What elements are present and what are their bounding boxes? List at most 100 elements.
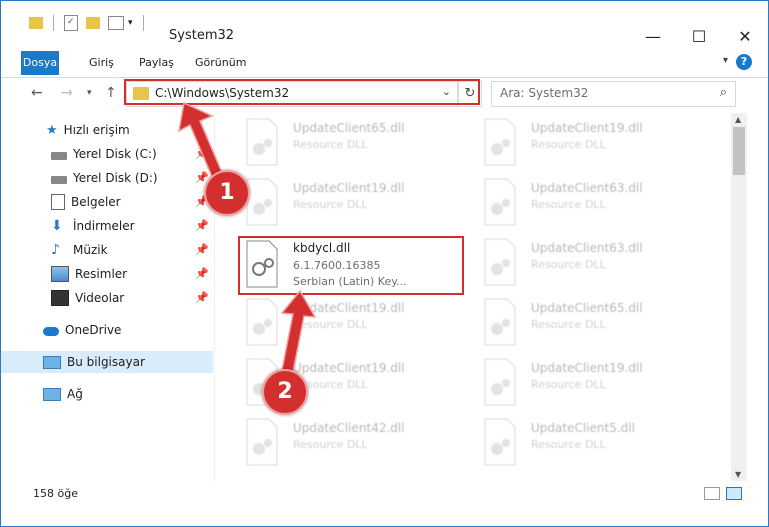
nav-label: Yerel Disk (C:) xyxy=(73,147,157,161)
close-button[interactable]: ✕ xyxy=(722,21,768,51)
dll-file-icon xyxy=(479,357,523,409)
dll-file-icon xyxy=(479,297,523,349)
nav-videos[interactable]: Videolar 📌 xyxy=(1,287,213,309)
drive-icon xyxy=(51,175,67,184)
nav-label: Hızlı erişim xyxy=(63,123,130,137)
nav-label: Videolar xyxy=(75,291,125,305)
search-input[interactable]: Ara: System32 ⌕ xyxy=(491,81,736,107)
dll-file-icon xyxy=(241,297,285,349)
file-item[interactable]: UpdateClient63.dll Resource DLL xyxy=(479,177,699,233)
file-name: UpdateClient19.dll xyxy=(293,181,405,195)
recent-locations-icon[interactable]: ▾ xyxy=(87,88,92,98)
address-highlight-box xyxy=(124,79,480,105)
view-toggle xyxy=(704,487,742,500)
customize-icon[interactable] xyxy=(108,16,124,30)
nav-network[interactable]: Ağ xyxy=(1,383,213,405)
nav-onedrive[interactable]: OneDrive xyxy=(1,319,213,341)
nav-label: İndirmeler xyxy=(73,219,135,233)
file-type: Resource DLL xyxy=(531,438,606,451)
navigation-pane: ★ Hızlı erişim Yerel Disk (C:) 📌 Yerel D… xyxy=(1,113,214,481)
file-list: UpdateClient65.dll Resource DLL UpdateCl… xyxy=(215,113,731,481)
window-title: System32 xyxy=(169,28,235,43)
minimize-button[interactable]: — xyxy=(630,21,676,51)
back-arrow-icon[interactable]: ← xyxy=(31,85,43,101)
file-name: UpdateClient19.dll xyxy=(531,121,643,135)
file-name: UpdateClient63.dll xyxy=(531,181,643,195)
pin-icon[interactable]: 📌 xyxy=(195,219,209,232)
nav-music[interactable]: ♪ Müzik 📌 xyxy=(1,239,213,261)
tab-share[interactable]: Paylaş xyxy=(129,52,184,74)
ribbon-expand-icon[interactable]: ▾ xyxy=(723,55,728,66)
file-name: UpdateClient65.dll xyxy=(531,301,643,315)
file-type: Resource DLL xyxy=(293,318,368,331)
pictures-icon xyxy=(51,266,69,282)
file-name: UpdateClient63.dll xyxy=(531,241,643,255)
step-1-marker: 1 xyxy=(204,170,250,216)
videos-icon xyxy=(51,290,69,306)
nav-label: Bu bilgisayar xyxy=(67,355,145,369)
scrollbar-thumb[interactable] xyxy=(733,127,745,175)
file-item[interactable]: UpdateClient63.dll Resource DLL xyxy=(479,237,699,293)
nav-label: Resimler xyxy=(75,267,128,281)
scroll-up-icon[interactable]: ▲ xyxy=(735,115,741,124)
file-item[interactable]: UpdateClient19.dll Resource DLL xyxy=(241,297,461,353)
file-item[interactable]: UpdateClient19.dll Resource DLL xyxy=(241,177,461,233)
nav-label: Müzik xyxy=(73,243,108,257)
file-item[interactable]: UpdateClient19.dll Resource DLL xyxy=(479,357,699,413)
nav-this-pc[interactable]: Bu bilgisayar xyxy=(1,351,213,373)
tab-view[interactable]: Görünüm xyxy=(185,52,256,74)
title-bar: ✓ ▾ System32 — ☐ ✕ xyxy=(1,1,768,49)
search-placeholder: Ara: System32 xyxy=(500,86,589,100)
file-type: Resource DLL xyxy=(293,138,368,151)
up-arrow-icon[interactable]: ↑ xyxy=(105,85,117,101)
dll-file-icon xyxy=(479,177,523,229)
step-2-marker: 2 xyxy=(262,369,308,415)
nav-label: OneDrive xyxy=(65,323,122,337)
tab-home[interactable]: Giriş xyxy=(79,52,124,74)
ribbon-tabs: Dosya Giriş Paylaş Görünüm ▾ ? xyxy=(1,49,768,78)
maximize-button[interactable]: ☐ xyxy=(676,21,722,51)
help-button[interactable]: ? xyxy=(736,54,752,70)
nav-downloads[interactable]: ⬇ İndirmeler 📌 xyxy=(1,215,213,237)
nav-quick-access[interactable]: ★ Hızlı erişim xyxy=(1,119,213,141)
file-item[interactable]: UpdateClient65.dll Resource DLL xyxy=(479,297,699,353)
tiles-view-button[interactable] xyxy=(726,487,742,500)
toolbar-separator xyxy=(53,15,54,31)
pin-icon[interactable]: 📌 xyxy=(195,291,209,304)
pin-icon[interactable]: 📌 xyxy=(195,243,209,256)
forward-arrow-icon[interactable]: → xyxy=(61,85,73,101)
music-icon: ♪ xyxy=(51,242,60,258)
file-item[interactable]: UpdateClient65.dll Resource DLL xyxy=(241,117,461,173)
new-folder-icon[interactable] xyxy=(86,17,100,29)
file-item[interactable]: UpdateClient19.dll Resource DLL xyxy=(479,117,699,173)
nav-drive-c[interactable]: Yerel Disk (C:) 📌 xyxy=(1,143,213,165)
file-name: UpdateClient65.dll xyxy=(293,121,405,135)
file-item[interactable]: UpdateClient5.dll Resource DLL xyxy=(479,417,699,473)
file-type: Resource DLL xyxy=(293,438,368,451)
nav-pictures[interactable]: Resimler 📌 xyxy=(1,263,213,285)
nav-documents[interactable]: Belgeler 📌 xyxy=(1,191,213,213)
file-type: Resource DLL xyxy=(531,198,606,211)
file-type: Resource DLL xyxy=(531,138,606,151)
network-icon xyxy=(43,387,61,401)
scroll-down-icon[interactable]: ▼ xyxy=(735,470,741,479)
nav-label: Ağ xyxy=(67,387,83,401)
nav-label: Yerel Disk (D:) xyxy=(73,171,158,185)
properties-icon[interactable]: ✓ xyxy=(64,15,78,31)
tab-file[interactable]: Dosya xyxy=(21,51,59,75)
file-item[interactable]: UpdateClient42.dll Resource DLL xyxy=(241,417,461,473)
drive-icon xyxy=(51,151,67,160)
pin-icon[interactable]: 📌 xyxy=(195,267,209,280)
computer-icon xyxy=(43,355,61,369)
file-type: Resource DLL xyxy=(531,258,606,271)
chevron-down-icon[interactable]: ▾ xyxy=(128,18,133,28)
file-highlight-box xyxy=(238,236,464,295)
search-icon[interactable]: ⌕ xyxy=(720,85,727,100)
quick-access-toolbar: ✓ ▾ xyxy=(29,13,150,33)
nav-drive-d[interactable]: Yerel Disk (D:) 📌 xyxy=(1,167,213,189)
vertical-scrollbar[interactable]: ▲ ▼ xyxy=(731,113,747,481)
file-name: UpdateClient19.dll xyxy=(531,361,643,375)
pin-icon[interactable]: 📌 xyxy=(195,147,209,160)
toolbar-separator xyxy=(142,15,144,31)
details-view-button[interactable] xyxy=(704,487,720,500)
